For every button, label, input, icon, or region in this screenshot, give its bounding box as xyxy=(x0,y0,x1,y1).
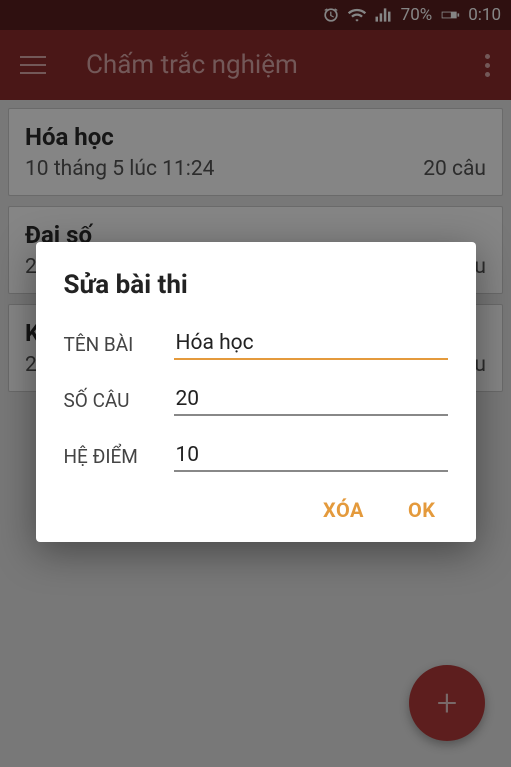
count-input[interactable] xyxy=(174,384,448,416)
name-input[interactable] xyxy=(174,328,448,360)
name-label: TÊN BÀI xyxy=(64,333,174,360)
ok-button[interactable]: OK xyxy=(408,498,436,522)
scale-label: HỆ ĐIỂM xyxy=(64,445,174,472)
modal-overlay[interactable]: Sửa bài thi TÊN BÀI SỐ CÂU HỆ ĐIỂM XÓA O… xyxy=(0,0,511,767)
edit-exam-dialog: Sửa bài thi TÊN BÀI SỐ CÂU HỆ ĐIỂM XÓA O… xyxy=(36,242,476,542)
delete-button[interactable]: XÓA xyxy=(323,498,364,522)
dialog-title: Sửa bài thi xyxy=(64,270,448,300)
scale-input[interactable] xyxy=(174,440,448,472)
count-label: SỐ CÂU xyxy=(64,389,174,416)
